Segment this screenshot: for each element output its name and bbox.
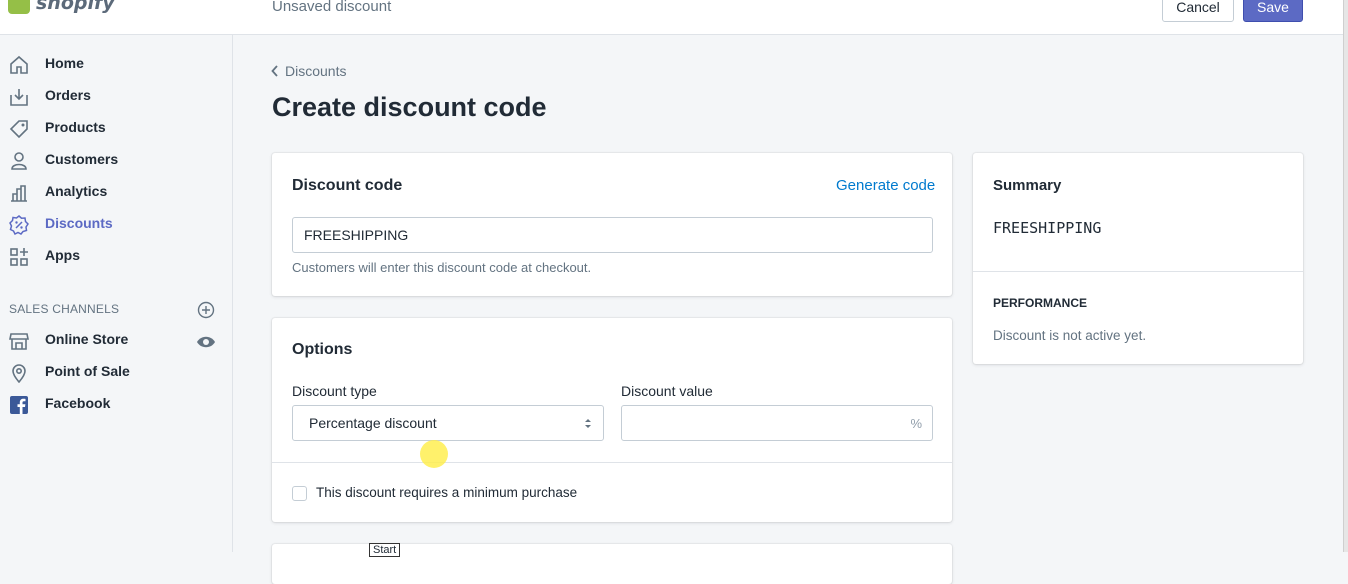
sidebar-item-discounts[interactable]: Discounts: [0, 209, 232, 239]
discount-code-card: Discount code Generate code FREESHIPPING…: [272, 153, 952, 296]
code-help-text: Customers will enter this discount code …: [292, 260, 592, 275]
divider: [272, 462, 952, 463]
discount-type-value: Percentage discount: [309, 415, 437, 431]
shopify-bag-icon: [8, 0, 30, 14]
sidebar-item-facebook[interactable]: Facebook: [0, 389, 232, 419]
cancel-button[interactable]: Cancel: [1162, 0, 1234, 22]
sidebar-item-customers[interactable]: Customers: [0, 145, 232, 175]
facebook-icon: [10, 396, 28, 414]
percent-badge-icon: [9, 215, 29, 235]
sidebar-item-label: Point of Sale: [45, 363, 130, 379]
sidebar-item-point-of-sale[interactable]: Point of Sale: [0, 357, 232, 387]
discount-value-input[interactable]: %: [621, 405, 933, 441]
summary-title: Summary: [993, 177, 1062, 194]
add-channel-icon[interactable]: [197, 301, 215, 319]
sidebar-item-home[interactable]: Home: [0, 49, 232, 79]
card-title: Options: [292, 341, 353, 358]
sidebar-item-analytics[interactable]: Analytics: [0, 177, 232, 207]
generate-code-link[interactable]: Generate code: [836, 177, 935, 194]
sidebar: Home Orders Products Customers Analytics…: [0, 35, 233, 552]
orders-icon: [10, 89, 28, 106]
header-title: Unsaved discount: [272, 0, 392, 15]
sidebar-item-apps[interactable]: Apps: [0, 241, 232, 271]
divider: [973, 271, 1303, 272]
discount-code-input[interactable]: FREESHIPPING: [292, 217, 933, 253]
breadcrumb-label: Discounts: [285, 63, 347, 79]
sidebar-item-label: Home: [45, 55, 84, 71]
options-card: Options Discount type Discount value Per…: [272, 318, 952, 522]
minimum-purchase-label[interactable]: This discount requires a minimum purchas…: [316, 485, 577, 500]
sidebar-item-label: Facebook: [45, 395, 111, 411]
percent-suffix: %: [910, 416, 922, 431]
summary-card: Summary FREESHIPPING PERFORMANCE Discoun…: [973, 153, 1303, 364]
shopify-logo[interactable]: shopify: [8, 0, 115, 14]
store-icon: [9, 333, 29, 350]
logo-text: shopify: [36, 0, 115, 14]
minimum-purchase-checkbox[interactable]: [292, 486, 307, 501]
home-icon: [10, 55, 28, 74]
discount-type-label: Discount type: [292, 383, 377, 399]
tag-icon: [9, 120, 28, 139]
sidebar-item-label: Customers: [45, 151, 119, 167]
sales-channels-heading: SALES CHANNELS: [9, 302, 120, 316]
sidebar-item-label: Products: [45, 119, 106, 135]
apps-grid-icon: [10, 248, 28, 266]
discount-type-select[interactable]: Percentage discount: [292, 405, 604, 441]
location-pin-icon: [12, 364, 26, 383]
discount-value-label: Discount value: [621, 383, 713, 399]
person-icon: [11, 152, 27, 170]
select-arrows-icon: [585, 419, 591, 428]
summary-code: FREESHIPPING: [993, 219, 1102, 237]
sidebar-item-label: Discounts: [45, 215, 113, 231]
sidebar-item-label: Apps: [45, 247, 80, 263]
performance-text: Discount is not active yet.: [993, 328, 1147, 343]
start-tooltip: Start: [369, 543, 401, 557]
page-title: Create discount code: [272, 92, 547, 122]
sidebar-item-label: Orders: [45, 87, 91, 103]
performance-heading: PERFORMANCE: [993, 296, 1088, 310]
top-bar: shopify Unsaved discount Cancel Save: [0, 0, 1348, 35]
save-button[interactable]: Save: [1243, 0, 1303, 22]
sidebar-item-orders[interactable]: Orders: [0, 81, 232, 111]
scrollbar[interactable]: [1343, 0, 1348, 552]
sidebar-item-products[interactable]: Products: [0, 113, 232, 143]
sidebar-item-label: Online Store: [45, 331, 129, 347]
cursor-highlight: [420, 440, 448, 468]
eye-icon[interactable]: [196, 334, 216, 350]
sidebar-item-label: Analytics: [45, 183, 108, 199]
bar-chart-icon: [11, 185, 27, 202]
breadcrumb[interactable]: Discounts: [271, 63, 346, 79]
card-title: Discount code: [292, 177, 403, 194]
chevron-left-icon: [271, 65, 278, 77]
